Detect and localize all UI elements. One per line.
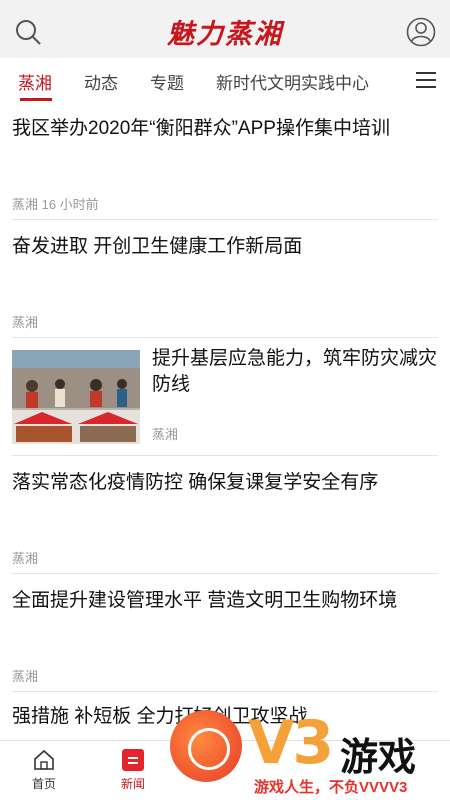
music-disc-icon bbox=[170, 710, 242, 782]
tab-zhuanti[interactable]: 专题 bbox=[150, 69, 184, 94]
watermark-logo: V3 游戏 游戏人生，不负VVVV3 bbox=[170, 700, 450, 800]
nav-news[interactable]: 新闻 bbox=[103, 749, 163, 792]
active-tab-indicator bbox=[20, 98, 52, 101]
home-icon bbox=[34, 749, 54, 770]
news-source: 蒸湘 bbox=[12, 669, 39, 684]
channel-tabs: 蒸湘 动态 专题 新时代文明实践中心 bbox=[0, 58, 450, 102]
list-item[interactable]: 落实常态化疫情防控 确保复课复学安全有序 蒸湘 bbox=[12, 456, 438, 574]
nav-news-label: 新闻 bbox=[120, 777, 145, 791]
watermark-brand: V3 bbox=[248, 708, 334, 778]
news-icon bbox=[122, 749, 144, 771]
news-title: 全面提升建设管理水平 营造文明卫生购物环境 bbox=[12, 590, 398, 611]
news-title: 落实常态化疫情防控 确保复课复学安全有序 bbox=[12, 472, 379, 493]
tab-dongtai[interactable]: 动态 bbox=[84, 69, 118, 94]
nav-home[interactable]: 首页 bbox=[14, 749, 74, 792]
tab-zhengxiang[interactable]: 蒸湘 bbox=[18, 69, 52, 94]
list-item[interactable]: 奋发进取 开创卫生健康工作新局面 蒸湘 bbox=[12, 220, 438, 338]
top-header: 魅力蒸湘 bbox=[0, 0, 450, 58]
news-title: 奋发进取 开创卫生健康工作新局面 bbox=[12, 236, 303, 257]
news-thumbnail-image bbox=[12, 350, 140, 444]
menu-icon[interactable] bbox=[416, 72, 436, 88]
news-source: 蒸湘 16 小时前 bbox=[12, 197, 99, 212]
list-item[interactable]: 全面提升建设管理水平 营造文明卫生购物环境 蒸湘 bbox=[12, 574, 438, 692]
app-logo: 魅力蒸湘 bbox=[167, 19, 283, 50]
nav-home-label: 首页 bbox=[31, 777, 56, 791]
list-item[interactable]: 我区举办2020年“衡阳群众”APP操作集中培训 蒸湘 16 小时前 bbox=[12, 102, 438, 220]
news-title: 提升基层应急能力，筑牢防灾减灾防线 bbox=[152, 348, 438, 395]
watermark-slogan: 游戏人生，不负VVVV3 bbox=[254, 779, 408, 796]
news-source: 蒸湘 bbox=[152, 427, 179, 442]
news-source: 蒸湘 bbox=[12, 315, 39, 330]
list-item[interactable]: 提升基层应急能力，筑牢防灾减灾防线 蒸湘 bbox=[12, 338, 438, 456]
watermark-name: 游戏 bbox=[340, 737, 417, 779]
tab-civilization-center[interactable]: 新时代文明实践中心 bbox=[216, 69, 369, 94]
user-icon[interactable] bbox=[406, 17, 436, 47]
news-title: 我区举办2020年“衡阳群众”APP操作集中培训 bbox=[12, 118, 390, 139]
news-source: 蒸湘 bbox=[12, 551, 39, 566]
